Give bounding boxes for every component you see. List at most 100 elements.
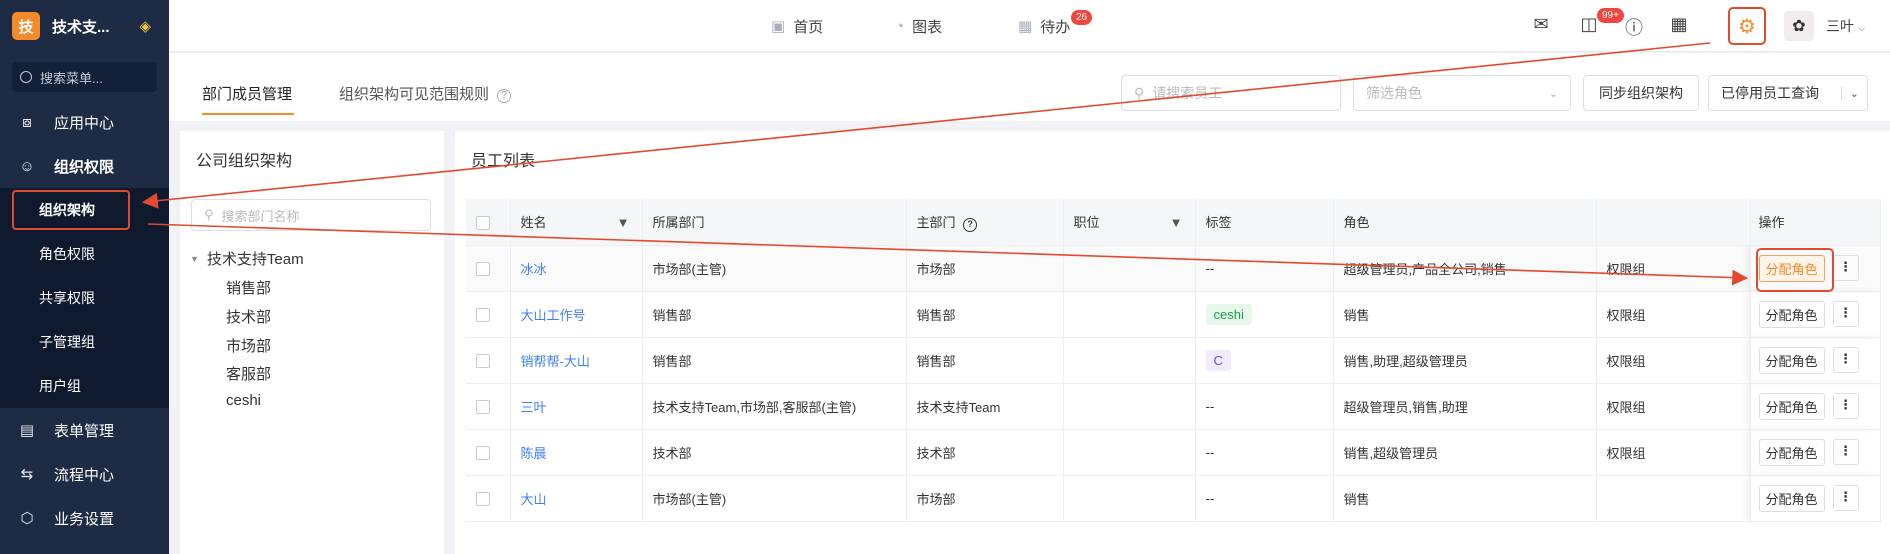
sidebar-item-org-permission[interactable]: ☺ 组织权限	[0, 144, 169, 188]
row-select-cell	[466, 291, 511, 338]
assign-role-button[interactable]: 分配角色	[1758, 392, 1825, 420]
role-cell: 销售,超级管理员	[1333, 429, 1597, 476]
employee-name-link[interactable]: 大山工作号	[521, 308, 586, 323]
mail-icon[interactable]: ✉	[1529, 14, 1553, 35]
row-checkbox[interactable]	[476, 353, 490, 368]
topnav-label: 首页	[793, 18, 824, 36]
assign-role-button[interactable]: 分配角色	[1758, 438, 1825, 466]
tree-node[interactable]: 客服部	[226, 363, 271, 384]
row-checkbox[interactable]	[476, 261, 490, 276]
sidebar-subitem-role-permission[interactable]: 角色权限	[0, 232, 169, 276]
brand-name: 技术支...	[52, 18, 110, 36]
chevron-down-icon[interactable]: ⌄	[1840, 86, 1859, 100]
tree-node[interactable]: 技术部	[226, 306, 271, 327]
row-checkbox[interactable]	[476, 491, 490, 506]
brand[interactable]: 技 技术支... ◈	[0, 0, 169, 52]
action-cell: 分配角色 ⋮	[1749, 245, 1881, 292]
role-cell: 销售	[1333, 475, 1597, 522]
sidebar-item-label: 组织权限	[54, 158, 115, 176]
more-options-icon[interactable]: ⋮	[1832, 393, 1859, 419]
department-search-input[interactable]: ⚲ 搜索部门名称	[191, 199, 431, 231]
assign-role-button[interactable]: 分配角色	[1758, 484, 1825, 512]
sidebar-subitem-share-permission[interactable]: 共享权限	[0, 276, 169, 320]
main-dept-cell: 销售部	[906, 337, 1064, 384]
column-header-label: 姓名	[520, 215, 547, 231]
table-row: 三叶 技术支持Team,市场部,客服部(主管) 技术支持Team -- 超级管理…	[466, 383, 1881, 430]
disabled-employee-query-button[interactable]: 已停用员工查询 ⌄	[1708, 75, 1868, 111]
column-header-name: 姓名 ▼	[510, 199, 643, 246]
name-cell[interactable]: 陈晨	[510, 429, 643, 476]
user-name[interactable]: 三叶 ⌵	[1826, 16, 1865, 36]
row-checkbox[interactable]	[476, 307, 490, 322]
sidebar-item-form-management[interactable]: ▤ 表单管理	[0, 408, 169, 452]
tree-node[interactable]: 销售部	[226, 277, 271, 298]
sync-org-label: 同步组织架构	[1599, 85, 1683, 101]
filter-icon[interactable]: ▼	[617, 215, 630, 230]
action-cell: 分配角色 ⋮	[1749, 429, 1881, 476]
more-options-icon[interactable]: ⋮	[1832, 439, 1859, 465]
sidebar-item-app-center[interactable]: ⧇ 应用中心	[0, 100, 169, 144]
name-cell[interactable]: 大山工作号	[510, 291, 643, 338]
avatar[interactable]: ✿	[1784, 11, 1814, 41]
employee-name-link[interactable]: 三叶	[521, 400, 547, 415]
tab-department-members[interactable]: 部门成员管理	[202, 83, 294, 115]
topnav-todo[interactable]: ▦ 待办	[1018, 0, 1070, 52]
sidebar-subitem-user-group[interactable]: 用户组	[0, 364, 169, 408]
tree-node[interactable]: 市场部	[226, 335, 271, 356]
employee-name-link[interactable]: 陈晨	[521, 446, 547, 461]
sidebar-subitem-sub-admin-group[interactable]: 子管理组	[0, 320, 169, 364]
sync-org-button[interactable]: 同步组织架构	[1583, 75, 1699, 111]
column-header-dept: 所属部门	[642, 199, 907, 246]
more-options-icon[interactable]: ⋮	[1832, 301, 1859, 327]
name-cell[interactable]: 冰冰	[510, 245, 643, 292]
sidebar-item-business-settings[interactable]: ⬡ 业务设置	[0, 496, 169, 540]
tag-cell: --	[1195, 245, 1334, 292]
column-header-role: 角色	[1333, 199, 1597, 246]
name-cell[interactable]: 大山	[510, 475, 643, 522]
search-icon	[20, 71, 32, 83]
help-icon[interactable]: ⓘ	[1622, 14, 1646, 40]
employee-panel: 员工列表 姓名 ▼ 所属部门 主部门 ? 职位 ▼ 标签 角色 操作 冰冰 市场…	[455, 131, 1890, 554]
topnav-home[interactable]: ▣ 首页	[771, 0, 823, 52]
question-icon[interactable]: ?	[963, 217, 978, 232]
employee-name-link[interactable]: 大山	[521, 492, 547, 507]
caret-down-icon[interactable]: ▼	[190, 254, 199, 264]
employee-name-link[interactable]: 冰冰	[521, 262, 547, 277]
menu-search-input[interactable]: 搜索菜单...	[12, 62, 157, 92]
name-cell[interactable]: 销帮帮-大山	[510, 337, 643, 384]
name-cell[interactable]: 三叶	[510, 383, 643, 430]
settings-gear-icon[interactable]: ⚙	[1728, 7, 1766, 45]
employee-name-link[interactable]: 销帮帮-大山	[521, 354, 590, 369]
assign-role-button[interactable]: 分配角色	[1758, 300, 1825, 328]
tab-visibility-rules[interactable]: 组织架构可见范围规则 ?	[339, 83, 512, 104]
sidebar-item-flow-center[interactable]: ⇆ 流程中心	[0, 452, 169, 496]
sidebar-item-label: 表单管理	[54, 422, 115, 440]
role-filter-select[interactable]: 筛选角色 ⌄	[1353, 75, 1571, 111]
employee-search-input[interactable]: ⚲ 请搜索员工	[1121, 75, 1341, 111]
sidebar-item-label: 业务设置	[54, 510, 115, 528]
role-cell: 超级管理员,产品全公司,销售	[1333, 245, 1597, 292]
apps-grid-icon[interactable]: ▦	[1667, 14, 1691, 35]
row-checkbox[interactable]	[476, 399, 490, 414]
more-options-icon[interactable]: ⋮	[1832, 485, 1859, 511]
sidebar-subitem-org-structure[interactable]: 组织架构	[0, 188, 169, 232]
group-cell: 权限组	[1596, 337, 1751, 384]
column-header-label: 职位	[1073, 215, 1100, 231]
sidebar: 技 技术支... ◈ 搜索菜单... ⧇ 应用中心 ☺ 组织权限 组织架构 角色…	[0, 0, 169, 554]
sidebar-subitem-label: 用户组	[39, 378, 81, 394]
tree-root[interactable]: ▼ 技术支持Team	[190, 248, 304, 269]
select-all-checkbox[interactable]	[476, 215, 490, 230]
filter-icon[interactable]: ▼	[1170, 215, 1183, 230]
topnav-label: 图表	[912, 18, 943, 36]
employee-search-placeholder: 请搜索员工	[1152, 85, 1223, 101]
assign-role-button[interactable]: 分配角色	[1758, 346, 1825, 374]
row-checkbox[interactable]	[476, 445, 490, 460]
diamond-icon[interactable]: ◈	[139, 17, 151, 35]
topnav-charts[interactable]: ◔ 图表	[895, 0, 942, 52]
assign-role-button[interactable]: 分配角色	[1758, 254, 1825, 282]
table-row: 陈晨 技术部 技术部 -- 销售,超级管理员 权限组 分配角色 ⋮	[466, 429, 1881, 476]
question-icon[interactable]: ?	[497, 89, 512, 103]
more-options-icon[interactable]: ⋮	[1832, 255, 1859, 281]
tree-node[interactable]: ceshi	[226, 392, 261, 409]
more-options-icon[interactable]: ⋮	[1832, 347, 1859, 373]
